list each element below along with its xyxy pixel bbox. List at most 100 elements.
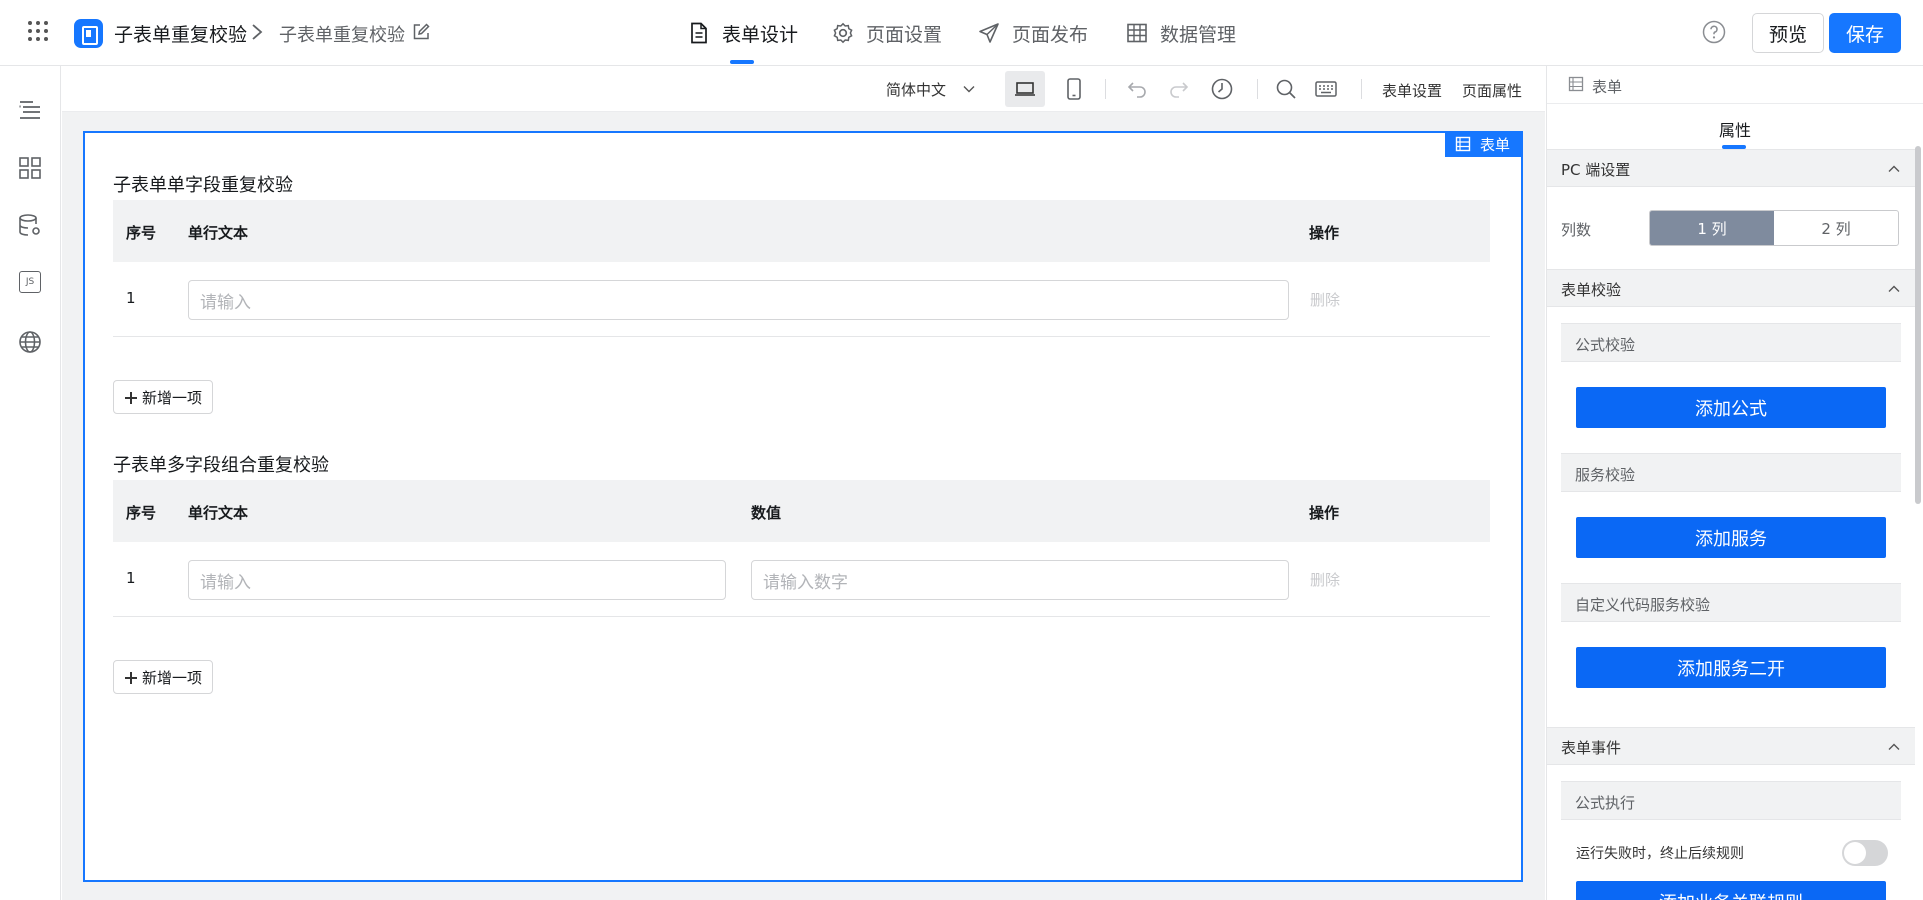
add-service-button[interactable]: 添加服务 (1576, 517, 1886, 558)
tab-properties[interactable]: 属性 (1719, 117, 1751, 141)
desktop-view-button[interactable] (1005, 71, 1045, 107)
header-action: 操作 (1309, 224, 1340, 242)
text-input[interactable]: 请输入 (188, 280, 1289, 320)
row-index: 1 (126, 289, 136, 307)
properties-panel: 表单 属性 PC 端设置 列数 1 列 2 列 表单校验 公式校验 添加公式 服… (1546, 66, 1923, 900)
header-index: 序号 (126, 504, 157, 522)
header-number-field: 数值 (751, 504, 782, 522)
columns-label: 列数 (1561, 221, 1592, 239)
header-action: 操作 (1309, 504, 1340, 522)
undo-icon[interactable] (1125, 77, 1149, 101)
table-icon (1127, 23, 1147, 43)
formula-validation-header: 公式校验 (1561, 323, 1901, 362)
js-code-icon[interactable]: JS (19, 271, 41, 293)
left-rail: JS (0, 66, 61, 900)
design-canvas: 简体中文 表单设置 页面属性 表单 子表单单字段重复校验 序号 单行文本 操作 (62, 66, 1545, 900)
form-container[interactable]: 表单 子表单单字段重复校验 序号 单行文本 操作 1 请输入 删除 新增一项 子… (83, 131, 1523, 882)
header-text-field: 单行文本 (188, 504, 249, 522)
gear-icon (833, 22, 853, 44)
file-text-icon (691, 22, 707, 44)
search-icon[interactable] (1274, 77, 1298, 101)
tab-page-publish-label: 页面发布 (1012, 23, 1089, 46)
form-events-group[interactable]: 表单事件 (1547, 727, 1915, 765)
service-validation-title: 服务校验 (1575, 466, 1636, 484)
canvas-toolbar: 简体中文 表单设置 页面属性 (62, 66, 1545, 112)
mobile-icon[interactable] (1062, 77, 1086, 101)
component-library-icon[interactable] (17, 155, 43, 181)
keyboard-icon[interactable] (1314, 77, 1338, 101)
language-select-value: 简体中文 (886, 80, 947, 99)
formula-execution-title: 公式执行 (1575, 794, 1636, 812)
panel-header: 表单 (1547, 66, 1923, 104)
form-validation-title: 表单校验 (1561, 281, 1622, 299)
form-validation-group[interactable]: 表单校验 (1547, 269, 1915, 307)
history-icon[interactable] (1210, 77, 1234, 101)
tab-form-design[interactable]: 表单设计 (688, 18, 798, 48)
send-icon (979, 23, 999, 43)
chevron-up-icon (1888, 285, 1900, 292)
table-row: 1 请输入 请输入数字 删除 (113, 542, 1490, 617)
columns-option-2[interactable]: 2 列 (1774, 211, 1898, 245)
delete-row-button[interactable]: 删除 (1310, 569, 1340, 590)
outline-icon[interactable] (17, 97, 43, 123)
header-text-field: 单行文本 (188, 224, 249, 242)
save-button[interactable]: 保存 (1829, 13, 1901, 53)
breadcrumb-page-title: 子表单重复校验 (279, 25, 405, 46)
row-index: 1 (126, 569, 136, 587)
subtable-multi-field: 序号 单行文本 数值 操作 1 请输入 请输入数字 删除 (113, 480, 1490, 617)
add-row-button[interactable]: 新增一项 (113, 380, 214, 414)
form-icon (1455, 136, 1471, 152)
stop-on-fail-toggle[interactable] (1842, 840, 1888, 866)
preview-button[interactable]: 预览 (1752, 13, 1824, 53)
top-bar: 子表单重复校验 子表单重复校验 表单设计 页面设置 页面发布 数据管理 预览 保… (0, 0, 1923, 66)
form-settings-link[interactable]: 表单设置 (1382, 80, 1442, 101)
custom-validation-title: 自定义代码服务校验 (1575, 596, 1711, 614)
chevron-right-icon (252, 24, 263, 40)
add-row-button[interactable]: 新增一项 (113, 660, 214, 694)
pc-settings-title: PC 端设置 (1561, 161, 1631, 179)
form-selected-tag[interactable]: 表单 (1444, 131, 1523, 157)
add-formula-button[interactable]: 添加公式 (1576, 387, 1886, 428)
add-business-rule-button[interactable]: 添加业务关联规则 (1576, 881, 1886, 900)
number-input[interactable]: 请输入数字 (751, 560, 1289, 600)
js-code-label: JS (25, 277, 35, 287)
panel-scrollbar[interactable] (1915, 146, 1921, 504)
tab-page-publish[interactable]: 页面发布 (978, 18, 1088, 48)
chevron-down-icon (963, 86, 975, 93)
toolbar-divider (1105, 79, 1106, 99)
tab-page-settings-label: 页面设置 (866, 23, 943, 46)
text-input[interactable]: 请输入 (188, 560, 726, 600)
delete-row-button[interactable]: 删除 (1310, 289, 1340, 310)
app-grid-icon[interactable] (28, 21, 48, 41)
pc-settings-group[interactable]: PC 端设置 (1547, 149, 1915, 187)
redo-icon[interactable] (1167, 77, 1191, 101)
page-properties-link[interactable]: 页面属性 (1462, 80, 1522, 101)
tab-data-management[interactable]: 数据管理 (1126, 18, 1236, 48)
add-custom-service-button[interactable]: 添加服务二开 (1576, 647, 1886, 688)
desktop-icon (1015, 82, 1035, 96)
edit-icon[interactable] (412, 23, 430, 41)
section-title: 子表单单字段重复校验 (113, 175, 293, 196)
custom-validation-header: 自定义代码服务校验 (1561, 583, 1901, 622)
chevron-up-icon (1888, 165, 1900, 172)
tab-page-settings[interactable]: 页面设置 (832, 18, 942, 48)
columns-option-1[interactable]: 1 列 (1650, 211, 1774, 245)
data-source-icon[interactable] (17, 213, 43, 239)
toolbar-divider (1361, 79, 1362, 99)
form-tag-label: 表单 (1479, 135, 1510, 154)
tab-data-management-label: 数据管理 (1160, 23, 1237, 46)
subtable-header: 序号 单行文本 数值 操作 (113, 480, 1490, 542)
toolbar-divider (1257, 79, 1258, 99)
language-select[interactable]: 简体中文 (886, 78, 976, 100)
breadcrumb-app-title[interactable]: 子表单重复校验 (114, 20, 247, 47)
section-title: 子表单多字段组合重复校验 (113, 455, 329, 476)
tab-form-design-label: 表单设计 (722, 23, 799, 46)
help-icon[interactable] (1702, 20, 1726, 44)
service-validation-header: 服务校验 (1561, 453, 1901, 492)
globe-icon[interactable] (17, 329, 43, 355)
table-row: 1 请输入 删除 (113, 262, 1490, 337)
header-index: 序号 (126, 224, 157, 242)
active-tab-indicator (730, 60, 754, 64)
app-logo-icon (74, 19, 103, 48)
panel-header-title: 表单 (1592, 78, 1623, 96)
